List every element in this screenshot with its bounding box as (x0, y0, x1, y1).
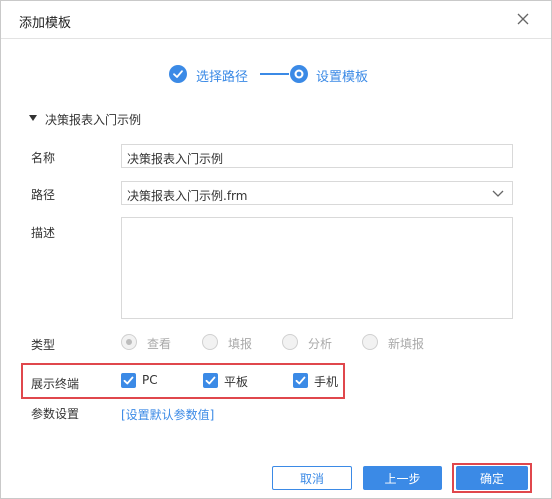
checkbox-pc[interactable] (121, 373, 136, 388)
checkbox-mobile-label: 手机 (314, 375, 339, 389)
type-label: 类型 (31, 338, 56, 352)
type-radio-analyze (282, 334, 298, 350)
name-field-value: 决策报表入门示例 (127, 152, 224, 166)
checkbox-pc-label: PC (142, 373, 158, 387)
terminal-label: 展示终端 (31, 377, 80, 391)
name-label: 名称 (31, 151, 56, 165)
type-radio-analyze-label: 分析 (308, 337, 333, 351)
path-select[interactable]: 决策报表入门示例.frm (121, 181, 513, 205)
checkbox-mobile[interactable] (293, 373, 308, 388)
name-field[interactable]: 决策报表入门示例 (121, 144, 513, 168)
radio-dot-icon (290, 65, 308, 83)
type-radio-view-label: 查看 (147, 337, 172, 351)
type-radio-fill (202, 334, 218, 350)
section-label: 决策报表入门示例 (45, 113, 142, 127)
close-icon[interactable] (516, 12, 530, 26)
step-connector (260, 73, 289, 75)
chevron-down-icon (492, 190, 504, 197)
step-label-select-path: 选择路径 (196, 70, 249, 85)
step-indicator: 选择路径 设置模板 (169, 63, 389, 85)
path-select-value: 决策报表入门示例.frm (127, 189, 248, 203)
add-template-dialog: 添加模板 选择路径 设置模板 决策报表入门示例 名称 决策报表入门示例 路径 决… (0, 0, 552, 499)
type-radio-view (121, 334, 137, 350)
set-default-params-link[interactable]: [设置默认参数值] (121, 406, 214, 423)
path-label: 路径 (31, 188, 56, 202)
ok-button[interactable]: 确定 (456, 466, 528, 490)
params-label: 参数设置 (31, 407, 80, 421)
checkbox-tablet[interactable] (203, 373, 218, 388)
caret-down-icon (29, 115, 37, 121)
dialog-titlebar: 添加模板 (1, 1, 551, 39)
type-radio-new-fill (362, 334, 378, 350)
checkbox-tablet-label: 平板 (224, 375, 249, 389)
type-radio-fill-label: 填报 (228, 337, 253, 351)
check-circle-icon (169, 65, 187, 83)
step-label-set-template: 设置模板 (316, 70, 369, 85)
description-textarea[interactable] (121, 217, 513, 319)
cancel-button[interactable]: 取消 (272, 466, 352, 490)
dialog-title: 添加模板 (19, 16, 72, 31)
previous-step-button[interactable]: 上一步 (363, 466, 442, 490)
description-label: 描述 (31, 226, 56, 240)
type-radio-new-fill-label: 新填报 (388, 337, 425, 351)
